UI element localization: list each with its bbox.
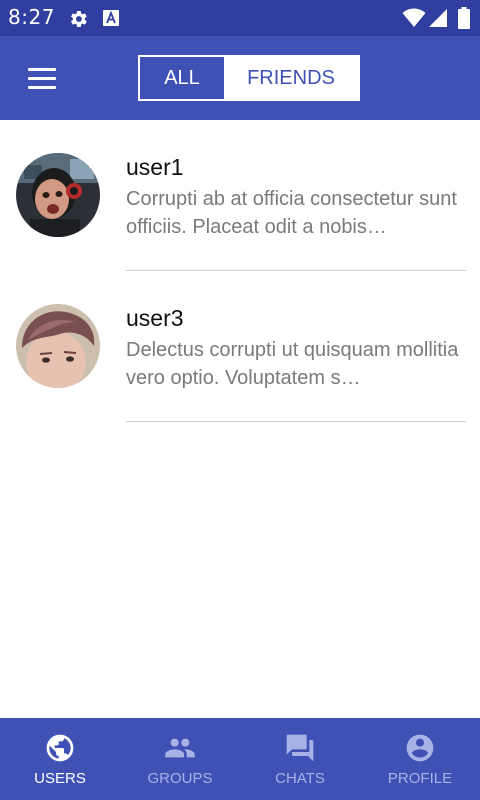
user-message-preview: Corrupti ab at officia consectetur sunt … <box>126 188 457 238</box>
bottom-navigation: USERS GROUPS CHATS PROFILE <box>0 718 480 800</box>
nav-users[interactable]: USERS <box>0 718 120 800</box>
globe-icon <box>46 734 74 762</box>
avatar-user1-image <box>16 153 100 237</box>
avatar-user3-image <box>16 304 100 388</box>
tab-friends[interactable]: FRIENDS <box>224 57 358 99</box>
nav-groups[interactable]: GROUPS <box>120 718 240 800</box>
tab-all[interactable]: ALL <box>140 57 224 99</box>
status-bar: 8:27 <box>0 0 480 36</box>
app-bar: ALL FRIENDS <box>0 36 480 120</box>
list-item-user3[interactable]: user3 Delectus corrupti ut quisquam moll… <box>0 271 480 422</box>
settings-gear-icon <box>71 11 87 27</box>
nav-chats-label: CHATS <box>275 770 325 787</box>
user-name: user1 <box>126 154 184 180</box>
user-name: user3 <box>126 305 184 331</box>
nav-users-label: USERS <box>34 770 86 787</box>
nav-chats[interactable]: CHATS <box>240 718 360 800</box>
nav-profile-label: PROFILE <box>387 770 453 787</box>
divider <box>126 421 466 422</box>
user-list: user1 Corrupti ab at officia consectetur… <box>0 120 480 422</box>
filter-segmented-control: ALL FRIENDS <box>138 55 360 101</box>
chat-icon <box>286 734 314 762</box>
people-icon <box>165 738 195 758</box>
menu-icon[interactable] <box>14 56 70 100</box>
list-item-user1[interactable]: user1 Corrupti ab at officia consectetur… <box>0 120 480 271</box>
avatar-user1[interactable] <box>16 153 100 237</box>
signal-icon <box>429 9 447 27</box>
nav-profile[interactable]: PROFILE <box>360 718 480 800</box>
wifi-icon <box>402 8 426 27</box>
account-circle-icon <box>406 734 434 762</box>
battery-icon <box>458 7 470 29</box>
status-time: 8:27 <box>8 5 55 29</box>
avatar-user3[interactable] <box>16 304 100 388</box>
notification-a-icon <box>103 10 119 26</box>
user-message-preview: Delectus corrupti ut quisquam mollitia v… <box>126 339 459 389</box>
nav-groups-label: GROUPS <box>147 770 213 787</box>
